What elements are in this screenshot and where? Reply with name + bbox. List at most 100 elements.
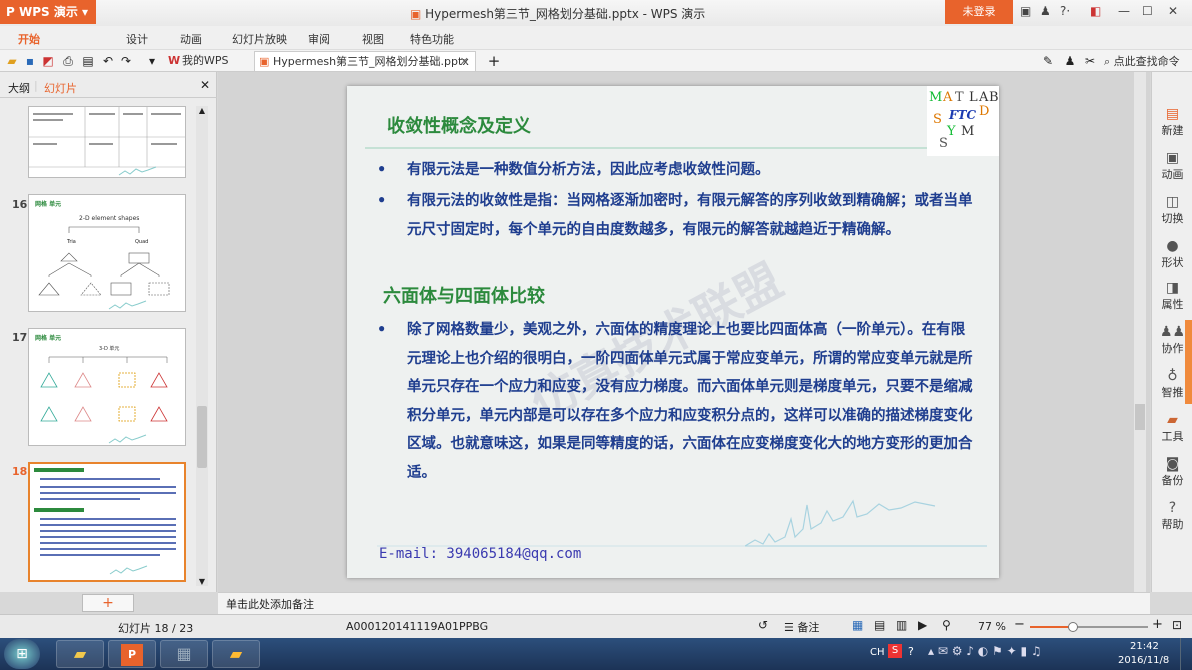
add-slide-button[interactable]: +: [82, 594, 134, 612]
clock-time[interactable]: 21:42: [1130, 641, 1159, 652]
tab-animation[interactable]: 动画: [180, 31, 202, 47]
bullet-dot: •: [377, 192, 387, 209]
tab-start[interactable]: 开始: [18, 31, 40, 47]
tray-icons[interactable]: ▴ ✉ ⚙ ♪ ◐ ⚑ ✦ ▮ ♫: [928, 644, 1042, 658]
notes-area[interactable]: 单击此处添加备注: [218, 592, 1150, 614]
open-icon[interactable]: ▰: [4, 53, 20, 69]
taskbar-wps[interactable]: P: [108, 640, 156, 668]
play-icon[interactable]: ▶: [918, 618, 927, 632]
start-button[interactable]: ⊞: [4, 639, 40, 669]
tab-design[interactable]: 设计: [126, 31, 148, 47]
fit-icon[interactable]: ⊡: [1172, 618, 1182, 632]
zoom-knob[interactable]: [1068, 622, 1078, 632]
maximize-icon[interactable]: ☐: [1142, 4, 1153, 18]
rb-new[interactable]: ▤ 新建: [1152, 106, 1192, 138]
tab-close-icon[interactable]: ✕: [460, 52, 469, 72]
template-name: A000120141119A01PPBG: [346, 620, 489, 633]
reset-icon[interactable]: ↺: [758, 618, 768, 632]
tab-outline[interactable]: 大纲: [8, 80, 30, 96]
notes-button[interactable]: ☰ 备注: [784, 619, 819, 635]
zoom-slider[interactable]: [1030, 622, 1148, 632]
input-lang[interactable]: CH: [870, 647, 885, 658]
slide-thumb-17[interactable]: 网格 单元 3-D 单元: [28, 328, 186, 446]
rb-property[interactable]: ◨ 属性: [1152, 280, 1192, 312]
scroll-down-icon[interactable]: ▼: [196, 577, 208, 586]
editor-scroll-thumb[interactable]: [1135, 404, 1145, 430]
taskbar-explorer[interactable]: ▰: [56, 640, 104, 668]
tab-review[interactable]: 审阅: [308, 31, 330, 47]
slide-canvas[interactable]: 仿真技术联盟 M A T L A B S D FTC Y M S 收敛性概念及定…: [347, 86, 999, 578]
zoom-out-icon[interactable]: −: [1014, 617, 1025, 632]
ime-icon[interactable]: S: [888, 644, 902, 658]
app-menu-button[interactable]: P WPS 演示 ▾: [0, 0, 96, 24]
rb-backup[interactable]: ◙ 备份: [1152, 456, 1192, 488]
tab-document[interactable]: ▣ Hypermesh第三节_网格划分基础.pptx ✕: [254, 51, 476, 71]
locate-icon[interactable]: ⚲: [942, 618, 951, 632]
shirt-icon-2[interactable]: ♟: [1062, 53, 1078, 69]
tray-help-icon[interactable]: ?: [908, 645, 914, 658]
wand-icon[interactable]: ✎: [1040, 53, 1056, 69]
slides-panel: 大纲 | 幻灯片 ✕ 16 网格 单元 2-D element shapes T…: [0, 72, 217, 612]
undo-icon[interactable]: ↶: [100, 53, 116, 69]
zoom-level[interactable]: 77 %: [978, 620, 1006, 633]
os-taskbar: ⊞ ▰ P ▦ ▰ CH S ? ▴ ✉ ⚙ ♪ ◐ ⚑ ✦ ▮ ♫ 21:42…: [0, 638, 1192, 670]
zoom-in-icon[interactable]: +: [1152, 617, 1163, 632]
tab-slides[interactable]: 幻灯片: [44, 80, 77, 96]
tab-slideshow[interactable]: 幻灯片放映: [232, 31, 287, 47]
clock-date[interactable]: 2016/11/8: [1118, 655, 1169, 666]
panel-close-icon[interactable]: ✕: [200, 78, 210, 92]
rb-animation[interactable]: ▣ 动画: [1152, 150, 1192, 182]
restore-icon[interactable]: ◧: [1090, 4, 1101, 18]
editor-scrollbar[interactable]: [1134, 72, 1146, 592]
email-footer: E-mail: 394065184@qq.com: [379, 546, 582, 562]
redo-icon[interactable]: ↷: [118, 53, 134, 69]
wps-logo-icon: W: [168, 54, 181, 67]
show-desktop-button[interactable]: [1180, 638, 1192, 670]
tools-icon[interactable]: ✂: [1082, 53, 1098, 69]
rb-transition[interactable]: ◫ 切换: [1152, 194, 1192, 226]
rb-tools[interactable]: ▰ 工具: [1152, 412, 1192, 444]
reading-view-icon[interactable]: ▥: [896, 618, 907, 632]
app-logo-icon: P: [6, 5, 19, 19]
shirt-icon[interactable]: ♟: [1040, 4, 1051, 18]
scroll-up-icon[interactable]: ▲: [196, 106, 208, 115]
close-icon[interactable]: ✕: [1168, 4, 1178, 18]
skin-icon[interactable]: ▣: [1020, 4, 1031, 18]
slide-thumb-15[interactable]: [28, 106, 186, 178]
save-icon[interactable]: ▪: [22, 53, 38, 69]
thumb-table-graphic: [29, 107, 185, 176]
status-bar: 幻灯片 18 / 23 A000120141119A01PPBG ↺ ☰ 备注 …: [0, 614, 1192, 638]
minimize-icon[interactable]: —: [1118, 4, 1130, 18]
new-tab-icon[interactable]: +: [486, 53, 502, 69]
search-icon: ⌕: [1104, 55, 1114, 68]
dropdown-icon[interactable]: ▾: [144, 53, 160, 69]
tab-view[interactable]: 视图: [362, 31, 384, 47]
slides-scrollbar[interactable]: ▲ ▼: [196, 106, 208, 586]
pane-toggle-handle[interactable]: [1185, 320, 1192, 404]
slide-number-18: 18: [12, 465, 28, 478]
cube-icon: ▦: [176, 644, 192, 663]
slide-counter: 幻灯片 18 / 23: [118, 622, 194, 635]
normal-view-icon[interactable]: ▦: [852, 618, 863, 632]
taskbar-app4[interactable]: ▰: [212, 640, 260, 668]
sorter-view-icon[interactable]: ▤: [874, 618, 885, 632]
rb-help[interactable]: ? 帮助: [1152, 500, 1192, 532]
help-icon[interactable]: ?·: [1060, 4, 1070, 18]
transition-icon: ◫: [1165, 194, 1180, 210]
preview-icon[interactable]: ▤: [80, 53, 96, 69]
tab-features[interactable]: 特色功能: [410, 31, 454, 47]
zoom-fill: [1030, 626, 1072, 628]
slide-thumb-18[interactable]: [28, 462, 186, 582]
pdf-icon[interactable]: ◩: [40, 53, 56, 69]
doc-icon: ▣: [410, 7, 426, 21]
taskbar-app3[interactable]: ▦: [160, 640, 208, 668]
slide-thumb-16[interactable]: 网格 单元 2-D element shapes Tria Quad: [28, 194, 186, 312]
scroll-thumb[interactable]: [197, 406, 207, 468]
print-icon[interactable]: ⎙: [60, 53, 76, 69]
login-button[interactable]: 未登录: [945, 0, 1013, 24]
tab-mywps[interactable]: W 我的WPS: [164, 51, 252, 71]
command-search[interactable]: ⌕ 点此查找命令: [1104, 53, 1180, 69]
rb-shape[interactable]: ● 形状: [1152, 238, 1192, 270]
toolbox-icon: ▰: [1167, 412, 1178, 428]
current-slide-thumb-graphic: [34, 468, 176, 575]
